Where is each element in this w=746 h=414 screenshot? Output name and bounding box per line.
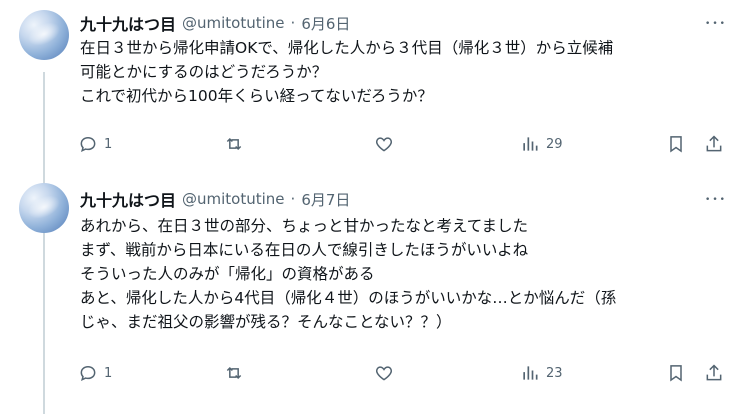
share-button[interactable] <box>704 134 724 154</box>
more-options-icon[interactable]: ••• <box>704 12 728 36</box>
tweet-text-line: あと、帰化した人から4代目（帰化４世）のほうがいいかな…とか悩んだ（孫 <box>80 289 617 307</box>
bookmark-button[interactable] <box>666 134 686 154</box>
bookmark-icon <box>670 365 682 382</box>
retweet-button[interactable] <box>224 363 250 383</box>
like-button[interactable] <box>374 363 400 383</box>
separator-dot: · <box>290 14 296 32</box>
views-chart-icon <box>523 137 538 151</box>
display-name[interactable]: 九十九はつ目 <box>80 11 176 35</box>
avatar[interactable] <box>19 183 69 233</box>
tweet-text-line: そういった人のみが「帰化」の資格がある <box>80 265 375 283</box>
user-handle[interactable]: @umitotutine <box>182 190 285 208</box>
tweet-text: あれから、在日３世の部分、ちょっと甘かったなと考えてました まず、戦前から日本に… <box>80 214 730 334</box>
thread-connector-line <box>43 72 45 414</box>
retweet-icon <box>226 366 242 380</box>
separator-dot: · <box>290 190 296 208</box>
retweet-button[interactable] <box>224 134 250 154</box>
heart-icon <box>375 137 393 152</box>
reply-icon <box>80 136 96 153</box>
tweet-actions: 1 29 <box>78 134 733 158</box>
tweet-header: 九十九はつ目 @umitotutine · 6月7日 <box>80 188 350 210</box>
tweet-text-line: 可能とかにするのはどうだろうか？ <box>80 63 328 81</box>
views-button[interactable]: 29 <box>520 134 563 154</box>
reply-button[interactable]: 1 <box>78 363 112 383</box>
share-button[interactable] <box>704 363 724 383</box>
share-icon <box>706 364 722 381</box>
tweet-text-line: 在日３世から帰化申請OKで、帰化した人から３代目（帰化３世）から立候補 <box>80 39 614 57</box>
tweet-text-line: これで初代から100年くらい経ってないだろうか？ <box>80 87 433 105</box>
like-button[interactable] <box>374 134 400 154</box>
reply-icon <box>80 365 96 382</box>
views-button[interactable]: 23 <box>520 363 563 383</box>
more-options-icon[interactable]: ••• <box>704 188 728 212</box>
more-options-glyph: ••• <box>705 19 727 29</box>
display-name[interactable]: 九十九はつ目 <box>80 187 176 211</box>
view-count: 29 <box>546 136 563 152</box>
reply-count: 1 <box>104 365 113 381</box>
tweet-text: 在日３世から帰化申請OKで、帰化した人から３代目（帰化３世）から立候補 可能とか… <box>80 36 730 108</box>
user-handle[interactable]: @umitotutine <box>182 14 285 32</box>
tweet-header: 九十九はつ目 @umitotutine · 6月6日 <box>80 12 350 34</box>
reply-count: 1 <box>104 136 113 152</box>
more-options-glyph: ••• <box>705 195 727 205</box>
retweet-icon <box>226 137 242 151</box>
tweet-actions: 1 23 <box>78 363 733 387</box>
heart-icon <box>375 366 393 381</box>
tweet-date[interactable]: 6月7日 <box>301 189 350 210</box>
tweet-text-line: じゃ、まだ祖父の影響が残る？そんなことない？？） <box>80 313 452 331</box>
tweet-text-line: まず、戦前から日本にいる在日の人で線引きしたほうがいいよね <box>80 241 529 259</box>
bookmark-button[interactable] <box>666 363 686 383</box>
tweet-date[interactable]: 6月6日 <box>301 13 350 34</box>
bookmark-icon <box>670 136 682 153</box>
reply-button[interactable]: 1 <box>78 134 112 154</box>
views-chart-icon <box>523 366 538 380</box>
avatar[interactable] <box>19 10 69 60</box>
share-icon <box>706 135 722 152</box>
tweet-text-line: あれから、在日３世の部分、ちょっと甘かったなと考えてました <box>80 217 528 235</box>
view-count: 23 <box>546 365 563 381</box>
